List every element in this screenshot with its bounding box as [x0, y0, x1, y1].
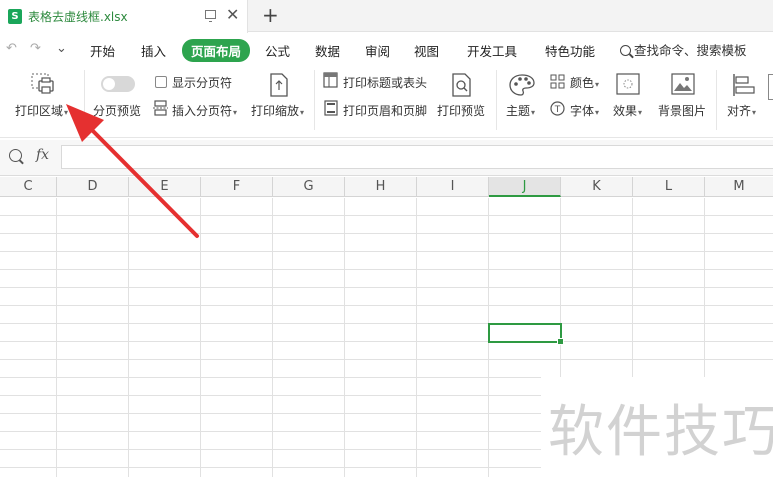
print-titles-label: 打印标题或表头 [343, 76, 428, 90]
tab-bar: S 表格去虚线框.xlsx ✕ + [0, 0, 773, 33]
background-image-label: 背景图片 [658, 104, 707, 118]
chevron-down-icon: ▾ [64, 108, 69, 117]
insert-page-break-label: 插入分页符 [172, 104, 233, 118]
menu-data[interactable]: 数据 [315, 41, 340, 60]
grid-line [0, 323, 773, 324]
command-search-label: 查找命令、搜索模板 [634, 43, 747, 58]
column-header-d[interactable]: D [57, 177, 129, 197]
grid-line [0, 341, 773, 342]
grid-line [200, 198, 201, 477]
print-scale-icon [270, 73, 288, 97]
chevron-down-icon: ▾ [752, 108, 757, 117]
chevron-down-icon: ▾ [300, 108, 305, 117]
ribbon-overflow-icon[interactable] [768, 74, 773, 100]
undo-icon[interactable]: ↶ [6, 41, 17, 56]
active-cell-j8[interactable] [488, 323, 564, 345]
search-icon [620, 45, 631, 56]
fonts-label: 字体 [570, 104, 595, 118]
grid-line [0, 233, 773, 234]
image-icon [671, 73, 695, 95]
palette-icon [509, 74, 535, 96]
colors-label: 颜色 [570, 76, 595, 90]
menu-insert[interactable]: 插入 [141, 41, 166, 60]
chevron-down-icon: ▾ [638, 108, 643, 117]
ribbon: 打印区域▾ 分页预览 显示分页符 插入分页符▾ 打印缩放▾ 打印标题或表头 打印… [0, 64, 773, 138]
ribbon-divider [314, 70, 315, 130]
command-search[interactable]: 查找命令、搜索模板 [620, 40, 747, 59]
spreadsheet-logo-icon: S [8, 9, 22, 24]
grid-line [56, 198, 57, 477]
colors-icon [550, 74, 565, 89]
watermark: 软件技巧 [548, 400, 773, 465]
print-header-footer-label: 打印页眉和页脚 [343, 104, 428, 118]
show-page-breaks-label: 显示分页符 [172, 76, 233, 90]
grid-line [0, 215, 773, 216]
column-header-e[interactable]: E [129, 177, 201, 197]
chevron-down-icon: ▾ [531, 108, 536, 117]
page-break-preview-label: 分页预览 [93, 104, 142, 118]
align-icon [733, 74, 755, 96]
print-area-icon [31, 73, 54, 94]
column-header-k[interactable]: K [561, 177, 633, 197]
new-tab-button[interactable]: + [262, 3, 279, 27]
column-header-f[interactable]: F [201, 177, 273, 197]
show-page-breaks-checkbox[interactable] [155, 76, 167, 88]
chevron-down-icon: ▾ [233, 108, 238, 117]
page-break-preview-toggle[interactable] [101, 76, 135, 92]
redo-icon[interactable]: ↷ [30, 41, 41, 56]
grid-line [272, 198, 273, 477]
column-header-h[interactable]: H [345, 177, 417, 197]
quick-access-more-icon[interactable]: ⌄ [56, 41, 67, 56]
column-header-l[interactable]: L [633, 177, 705, 197]
print-area-label: 打印区域 [15, 104, 64, 118]
column-header-g[interactable]: G [273, 177, 345, 197]
menu-home[interactable]: 开始 [90, 41, 115, 60]
svg-text:T: T [554, 105, 561, 115]
align-label: 对齐 [727, 104, 752, 118]
print-preview-label: 打印预览 [437, 104, 486, 118]
effects-label: 效果 [613, 104, 638, 118]
column-header-row: C D E F G H I J K L M [0, 177, 773, 197]
restore-window-icon[interactable] [205, 10, 216, 22]
print-titles-icon [323, 72, 338, 88]
column-header-c[interactable]: C [0, 177, 57, 197]
formula-bar: fx [0, 140, 773, 176]
effects-icon [616, 73, 640, 95]
print-preview-icon [452, 73, 471, 97]
menu-row: ↶ ↷ ⌄ 开始 插入 页面布局 公式 数据 审阅 视图 开发工具 特色功能 查… [0, 33, 773, 64]
grid-line [0, 359, 773, 360]
column-header-j[interactable]: J [489, 177, 561, 197]
grid-line [0, 305, 773, 306]
grid-line [416, 198, 417, 477]
print-scale-label: 打印缩放 [251, 104, 300, 118]
document-tab[interactable]: S 表格去虚线框.xlsx ✕ [0, 0, 248, 33]
chevron-down-icon: ▾ [595, 108, 600, 117]
menu-page-layout[interactable]: 页面布局 [182, 39, 251, 62]
ribbon-divider [716, 70, 717, 130]
function-icon[interactable]: fx [36, 147, 49, 163]
menu-view[interactable]: 视图 [414, 41, 439, 60]
column-header-i[interactable]: I [417, 177, 489, 197]
close-tab-icon[interactable]: ✕ [226, 5, 239, 24]
grid-line [0, 269, 773, 270]
formula-input[interactable] [61, 145, 773, 169]
menu-special-features[interactable]: 特色功能 [545, 41, 595, 60]
insert-page-break-icon [153, 100, 168, 116]
ribbon-divider [496, 70, 497, 130]
grid-line [0, 287, 773, 288]
document-title: 表格去虚线框.xlsx [28, 10, 128, 24]
grid-line [0, 251, 773, 252]
menu-formulas[interactable]: 公式 [265, 41, 290, 60]
chevron-down-icon: ▾ [595, 80, 600, 89]
menu-review[interactable]: 审阅 [365, 41, 390, 60]
print-header-footer-icon [324, 100, 338, 116]
grid-line [344, 198, 345, 477]
theme-label: 主题 [506, 104, 531, 118]
grid-line [128, 198, 129, 477]
zoom-cell-icon[interactable] [9, 149, 22, 162]
ribbon-divider [84, 70, 85, 130]
font-icon: T [550, 101, 565, 116]
column-header-m[interactable]: M [705, 177, 773, 197]
menu-developer[interactable]: 开发工具 [467, 41, 517, 60]
